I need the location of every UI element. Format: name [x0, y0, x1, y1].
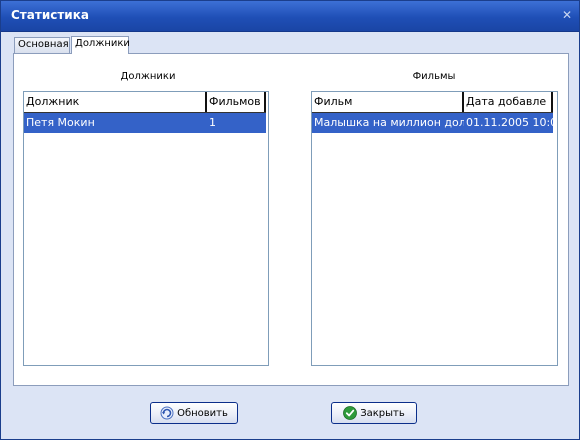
statistics-window: Статистика ✕ Основная Должники Должники … [0, 0, 580, 440]
column-header-date-added[interactable]: Дата добавле [464, 92, 553, 112]
refresh-button[interactable]: Обновить [150, 402, 238, 424]
column-header-films-count[interactable]: Фильмов [207, 92, 266, 112]
tab-main[interactable]: Основная [14, 37, 70, 53]
cell-films-count: 1 [209, 116, 216, 129]
films-list-title: Фильмы [412, 71, 456, 82]
films-header-row: Фильм Дата добавле [312, 92, 553, 113]
close-button[interactable]: Закрыть [331, 402, 417, 424]
cell-debtor-name: Петя Мокин [26, 116, 95, 129]
client-area: Основная Должники Должники Фильмы Должни… [5, 32, 575, 436]
table-row[interactable]: Малышка на миллион дол 01.11.2005 10:0 [312, 113, 553, 133]
tab-debtors[interactable]: Должники [71, 36, 130, 54]
table-row[interactable]: Петя Мокин 1 [24, 113, 266, 133]
films-listview[interactable]: Фильм Дата добавле Малышка на миллион до… [311, 91, 558, 366]
debtors-header-row: Должник Фильмов [24, 92, 266, 113]
close-button-label: Закрыть [360, 407, 405, 419]
refresh-icon [160, 406, 174, 420]
refresh-button-label: Обновить [177, 407, 228, 419]
check-icon [343, 406, 358, 420]
cell-date-added: 01.11.2005 10:0 [466, 116, 553, 129]
tab-panel-debtors: Должники Фильмы Должник Фильмов Петя Мок… [13, 53, 569, 386]
debtors-listview[interactable]: Должник Фильмов Петя Мокин 1 [23, 91, 269, 366]
close-icon[interactable]: ✕ [561, 9, 573, 21]
column-header-film[interactable]: Фильм [312, 92, 464, 112]
window-title: Статистика [11, 8, 89, 22]
title-bar[interactable]: Статистика ✕ [1, 1, 579, 32]
column-header-debtor[interactable]: Должник [24, 92, 207, 112]
debtors-list-title: Должники [120, 71, 176, 82]
cell-film-title: Малышка на миллион дол [314, 116, 464, 129]
